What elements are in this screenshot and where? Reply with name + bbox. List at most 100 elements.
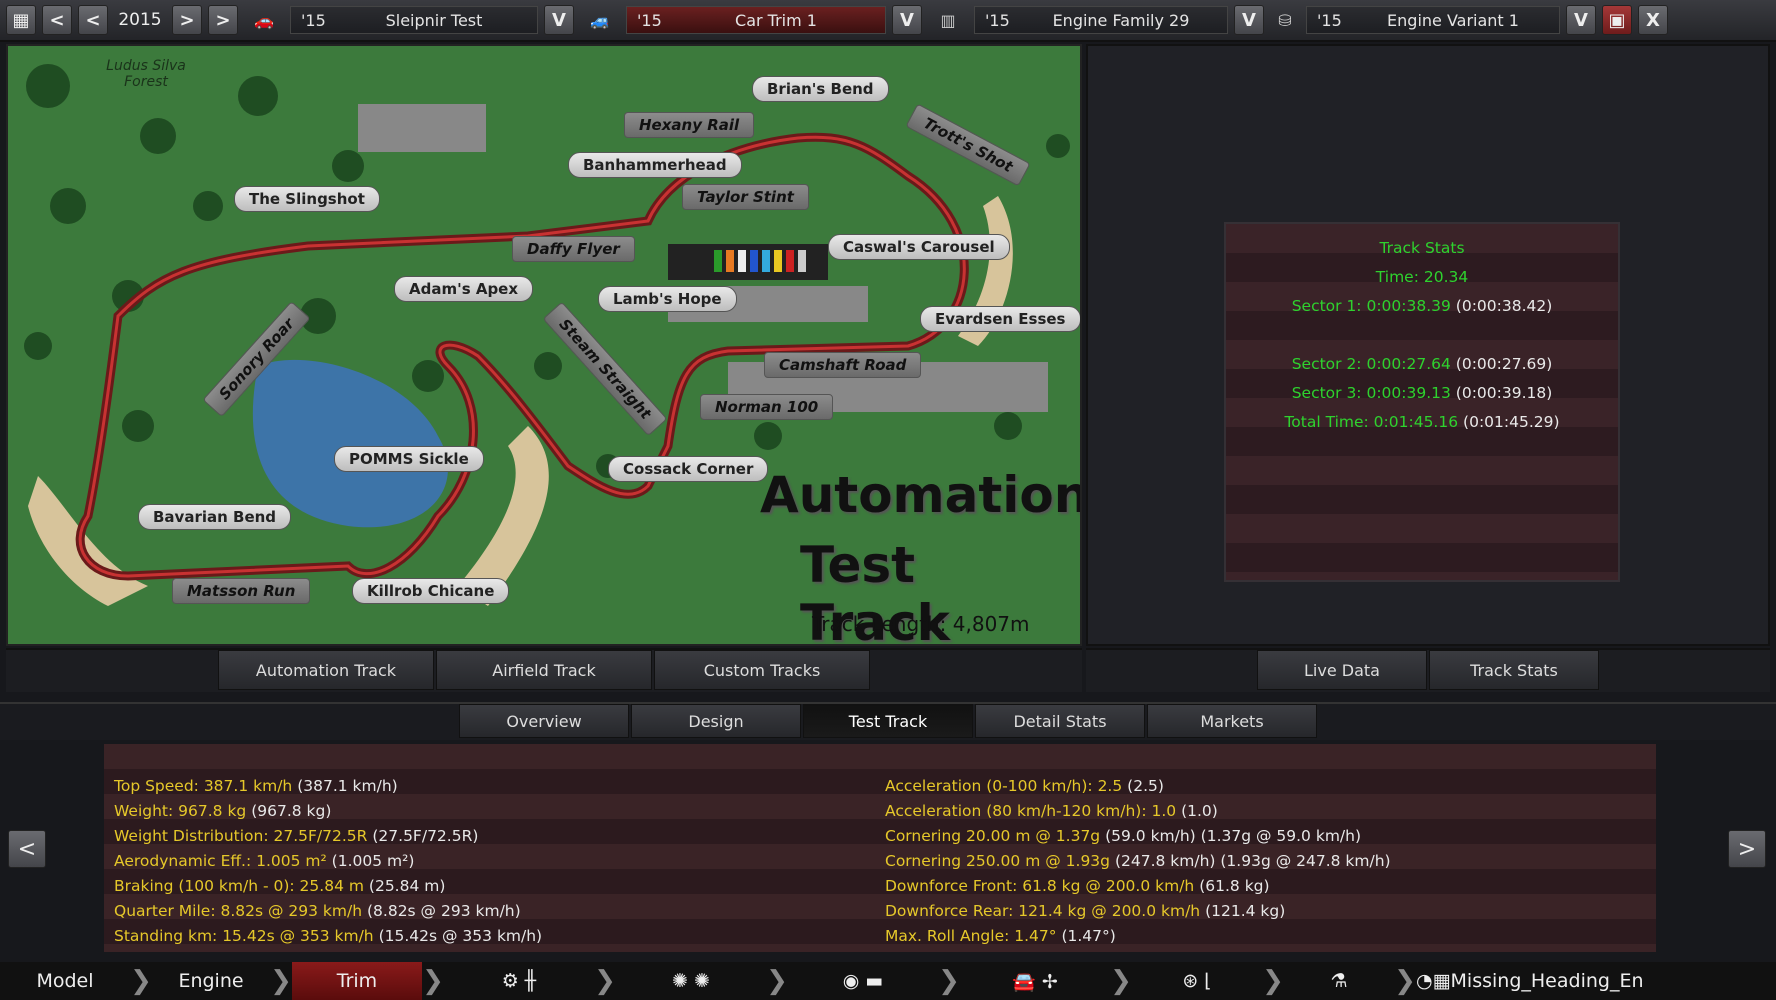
detail-weight-distribution: Weight Distribution: 27.5F/72.5R (27.5F/…	[114, 824, 885, 849]
track-stats-title: Track Stats	[1379, 239, 1465, 257]
year-prev-far-button[interactable]: <	[42, 5, 72, 35]
sector1-value: Sector 1: 0:00:38.39	[1291, 297, 1451, 315]
label-the-slingshot: The Slingshot	[234, 186, 380, 212]
detail-label: Max. Roll Angle: 1.47°	[885, 927, 1057, 945]
detail-accel-0-100: Acceleration (0-100 km/h): 2.5 (2.5)	[885, 774, 1656, 799]
engine-family-selector[interactable]: '15 Engine Family 29	[974, 6, 1228, 34]
chevron-right-icon: ❯	[1110, 966, 1132, 996]
nav-interior-icon[interactable]: ⊛ ⌊	[1132, 962, 1262, 1000]
detail-quarter-mile: Quarter Mile: 8.82s @ 293 km/h (8.82s @ …	[114, 899, 885, 924]
year-prev-button[interactable]: <	[78, 5, 108, 35]
year-next-button[interactable]: >	[172, 5, 202, 35]
label-camshaft-road: Camshaft Road	[764, 352, 922, 378]
performance-details: Top Speed: 387.1 km/h (387.1 km/h) Weigh…	[104, 744, 1656, 952]
detail-accel-80-120: Acceleration (80 km/h-120 km/h): 1.0 (1.…	[885, 799, 1656, 824]
track-length: Track Length: 4,807m	[812, 612, 1030, 636]
detail-label: Braking (100 km/h - 0): 25.84 m	[114, 877, 364, 895]
model-year: '15	[301, 10, 326, 30]
engine-family-icon: ▥	[940, 10, 956, 30]
variant-dropdown-button[interactable]: V	[1566, 5, 1596, 35]
sector2-best: (0:00:27.69)	[1455, 355, 1553, 373]
nav-trim[interactable]: Trim	[292, 962, 422, 1000]
year-display: 2015	[118, 10, 162, 30]
track-stats-box: Track Stats Time: 20.34 Sector 1: 0:00:3…	[1224, 222, 1620, 582]
label-bavarian-bend: Bavarian Bend	[138, 504, 292, 530]
sector3-best: (0:00:39.18)	[1455, 384, 1553, 402]
chevron-right-icon: ❯	[270, 966, 292, 996]
sector1-best: (0:00:38.42)	[1455, 297, 1553, 315]
sub-tabs: Overview Design Test Track Detail Stats …	[0, 702, 1776, 740]
label-pomms-sickle: POMMS Sickle	[334, 446, 484, 472]
label-taylor-stint: Taylor Stint	[682, 184, 809, 210]
detail-cornering-250: Cornering 250.00 m @ 1.93g (247.8 km/h) …	[885, 849, 1656, 874]
total-best: (0:01:45.29)	[1463, 413, 1560, 431]
nav-brakes-icon[interactable]: ◉ ▬	[788, 962, 938, 1000]
trim-year: '15	[637, 10, 662, 30]
model-selector[interactable]: '15 Sleipnir Test	[290, 6, 538, 34]
details-right-column: Acceleration (0-100 km/h): 2.5 (2.5) Acc…	[885, 774, 1656, 952]
right-panel-tabs: Live Data Track Stats	[1086, 648, 1770, 692]
detail-label: Weight Distribution: 27.5F/72.5R	[114, 827, 368, 845]
tab-airfield-track[interactable]: Airfield Track	[436, 650, 652, 690]
family-dropdown-button[interactable]: V	[1234, 5, 1264, 35]
track-stats-sector2: Sector 2: 0:00:27.64 (0:00:27.69)	[1226, 350, 1618, 379]
family-year: '15	[985, 10, 1010, 30]
nav-test-drive[interactable]: ◔▦ Missing_Heading_Eng	[1416, 962, 1644, 1000]
sector3-value: Sector 3: 0:00:39.13	[1291, 384, 1451, 402]
label-adams-apex: Adam's Apex	[394, 276, 534, 302]
nav-gearbox-icon[interactable]: ⚙ ╫	[444, 962, 594, 1000]
close-button[interactable]: X	[1638, 5, 1668, 35]
engine-variant-selector[interactable]: '15 Engine Variant 1	[1306, 6, 1560, 34]
sector2-value: Sector 2: 0:00:27.64	[1291, 355, 1451, 373]
label-hexany-rail: Hexany Rail	[624, 112, 755, 138]
next-page-button[interactable]: >	[1728, 830, 1766, 868]
family-name: Engine Family 29	[1052, 10, 1190, 30]
track-stats-sector3: Sector 3: 0:00:39.13 (0:00:39.18)	[1226, 379, 1618, 408]
detail-label: Downforce Rear: 121.4 kg @ 200.0 km/h	[885, 902, 1201, 920]
detail-label: Downforce Front: 61.8 kg @ 200.0 km/h	[885, 877, 1195, 895]
detail-label: Top Speed: 387.1 km/h	[114, 777, 293, 795]
tab-track-stats[interactable]: Track Stats	[1429, 650, 1599, 690]
car-model-icon: 🚗	[254, 10, 274, 30]
total-value: Total Time: 0:01:45.16	[1284, 413, 1459, 431]
detail-label: Aerodynamic Eff.: 1.005 m²	[114, 852, 327, 870]
app-window: ▦ < < 2015 > > 🚗 '15 Sleipnir Test V 🚙 '…	[0, 0, 1776, 1000]
label-evardsen-esses: Evardsen Esses	[920, 306, 1080, 332]
track-map[interactable]: Ludus Silva Forest Brian's Bend Hexany R…	[6, 44, 1082, 646]
trim-selector[interactable]: '15 Car Trim 1	[626, 6, 886, 34]
chevron-right-icon: ❯	[594, 966, 616, 996]
detail-braking: Braking (100 km/h - 0): 25.84 m (25.84 m…	[114, 874, 885, 899]
calendar-icon[interactable]: ▦	[6, 5, 36, 35]
forest-label: Ludus Silva Forest	[106, 58, 186, 90]
tab-overview[interactable]: Overview	[459, 704, 629, 738]
tab-custom-tracks[interactable]: Custom Tracks	[654, 650, 870, 690]
chevron-right-icon: ❯	[1394, 966, 1416, 996]
tab-markets[interactable]: Markets	[1147, 704, 1317, 738]
tab-live-data[interactable]: Live Data	[1257, 650, 1427, 690]
nav-engine[interactable]: Engine	[152, 962, 270, 1000]
top-bar: ▦ < < 2015 > > 🚗 '15 Sleipnir Test V 🚙 '…	[0, 0, 1776, 42]
tab-design[interactable]: Design	[631, 704, 801, 738]
nav-model[interactable]: Model	[0, 962, 130, 1000]
tab-test-track[interactable]: Test Track	[803, 704, 973, 738]
label-matsson-run: Matsson Run	[172, 578, 311, 604]
detail-prev: (15.42s @ 353 km/h)	[378, 927, 543, 945]
chevron-right-icon: ❯	[938, 966, 960, 996]
label-norman-100: Norman 100	[700, 394, 834, 420]
nav-fuel-icon[interactable]: ⚗	[1284, 962, 1394, 1000]
tab-automation-track[interactable]: Automation Track	[218, 650, 434, 690]
detail-downforce-rear: Downforce Rear: 121.4 kg @ 200.0 km/h (1…	[885, 899, 1656, 924]
label-brians-bend: Brian's Bend	[752, 76, 889, 102]
trim-dropdown-button[interactable]: V	[892, 5, 922, 35]
label-banhammerhead: Banhammerhead	[568, 152, 742, 178]
nav-wheels-icon[interactable]: ✺ ✺	[616, 962, 766, 1000]
detail-label: Weight: 967.8 kg	[114, 802, 247, 820]
detail-prev: (59.0 km/h) (1.37g @ 59.0 km/h)	[1105, 827, 1362, 845]
tab-detail-stats[interactable]: Detail Stats	[975, 704, 1145, 738]
detail-label: Quarter Mile: 8.82s @ 293 km/h	[114, 902, 363, 920]
year-next-far-button[interactable]: >	[208, 5, 238, 35]
prev-page-button[interactable]: <	[8, 830, 46, 868]
nav-body-icon[interactable]: 🚘 ✢	[960, 962, 1110, 1000]
save-icon[interactable]: ▣	[1602, 5, 1632, 35]
model-dropdown-button[interactable]: V	[544, 5, 574, 35]
